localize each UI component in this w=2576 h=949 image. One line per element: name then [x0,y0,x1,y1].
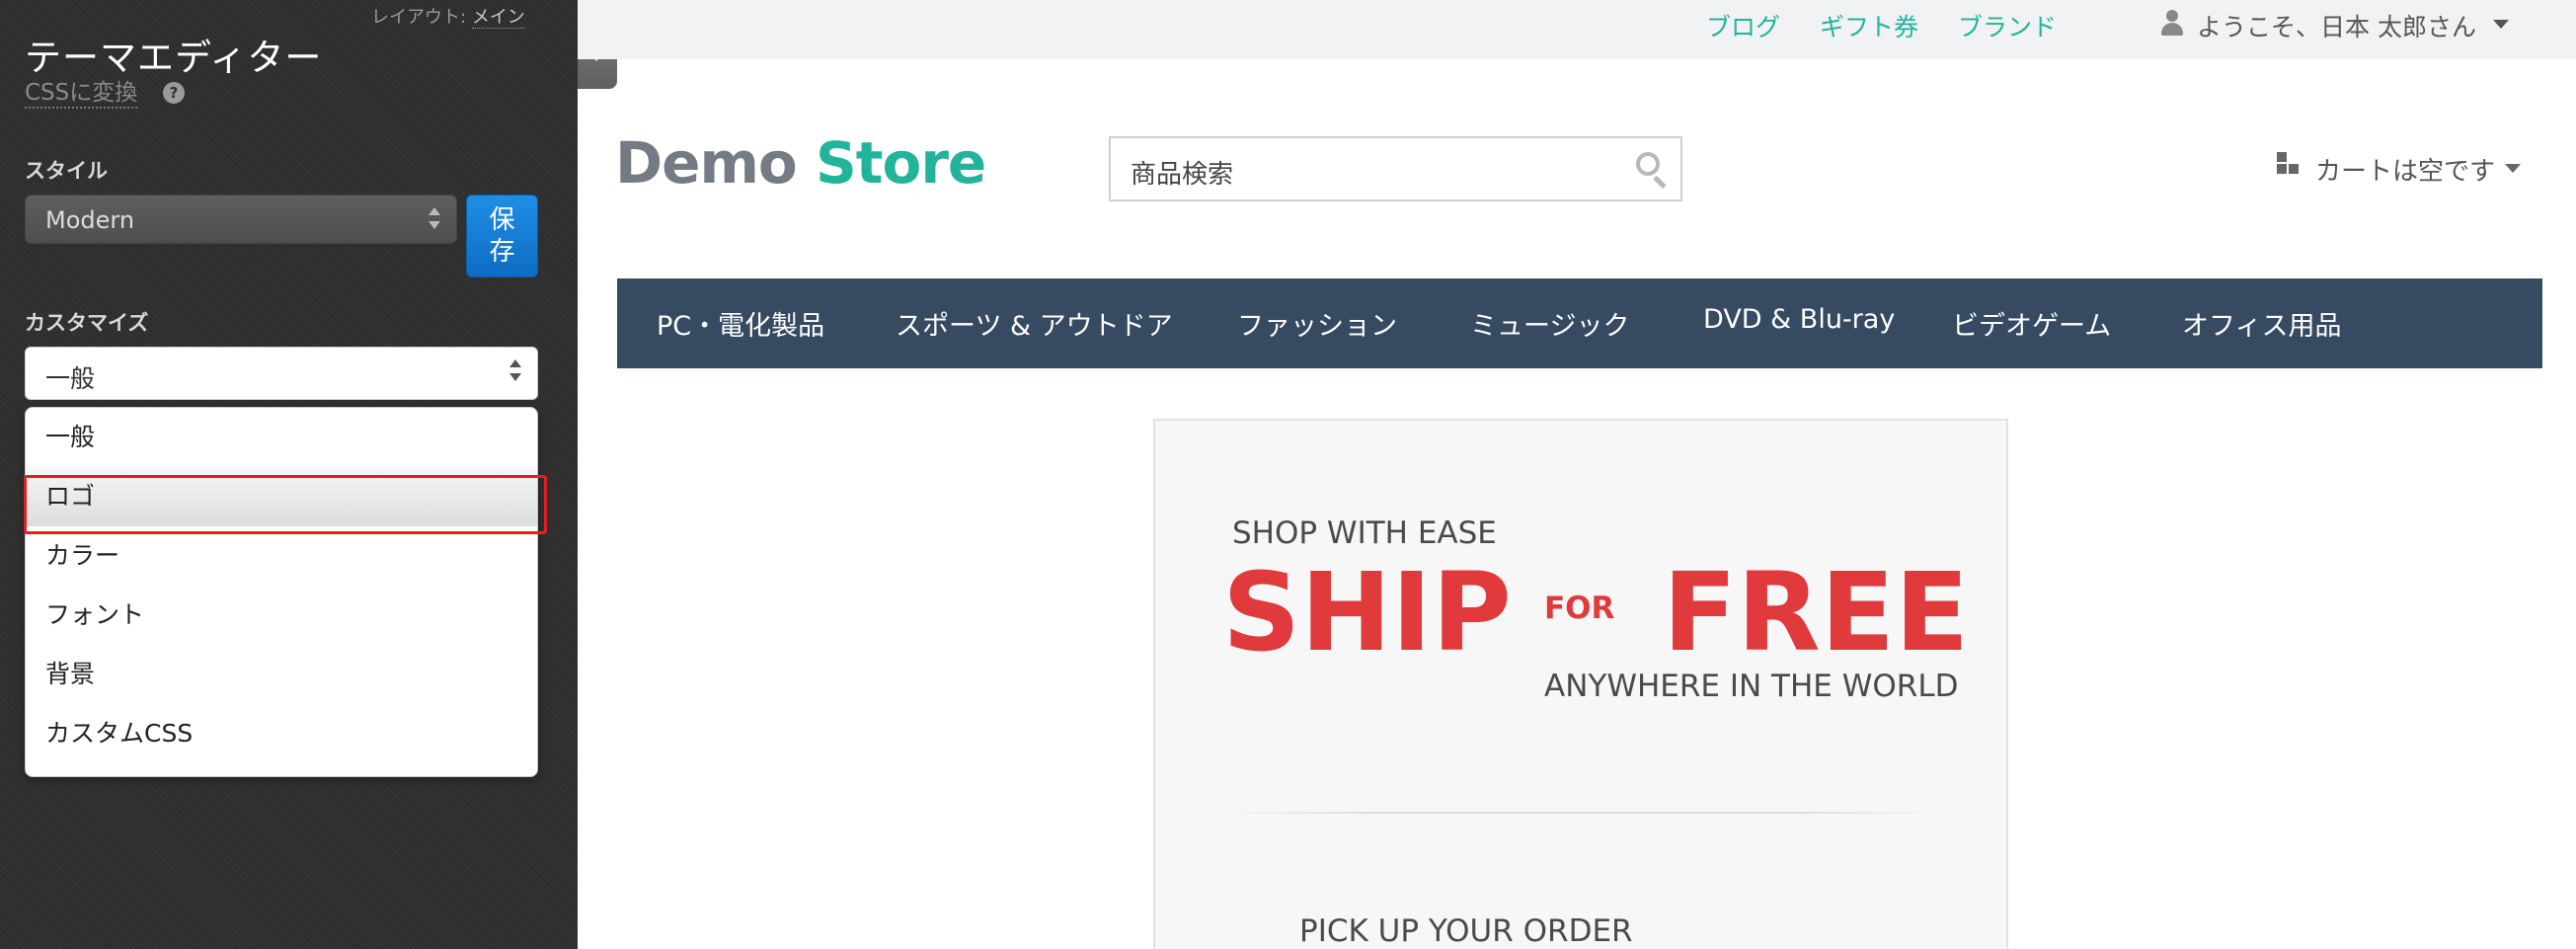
nav-item-music[interactable]: ミュージック [1470,304,1629,343]
logo-demo-text: Demo [615,129,798,197]
store-logo[interactable]: Demo Store [615,129,986,197]
customize-label: カスタマイズ [25,311,149,335]
banner-anywhere: ANYWHERE IN THE WORLD [1544,669,1959,704]
style-select-value: Modern [45,206,135,234]
customize-dropdown-menu: 一般 ロゴ カラー フォント 背景 カスタムCSS [25,407,538,777]
cart-status[interactable]: カートは空です [2315,151,2495,188]
editor-title: テーマエディター [25,37,323,79]
nav-item-sports-outdoor[interactable]: スポーツ & アウトドア [896,304,1173,343]
save-label-line2: 存 [489,237,515,267]
banner-shop-with-ease: SHOP WITH EASE [1232,515,1497,551]
customize-option-color[interactable]: カラー [26,526,537,586]
customize-option-custom-css[interactable]: カスタムCSS [26,704,537,763]
select-arrows-icon [429,207,442,233]
layout-indicator: レイアウト: メイン [371,3,525,29]
product-search-input[interactable]: 商品検索 [1109,136,1682,201]
banner-divider [1224,812,1941,814]
chevron-down-icon [2505,164,2521,173]
save-button[interactable]: 保 存 [466,195,538,277]
logo-store-text: Store [815,129,986,197]
blog-link[interactable]: ブログ [1706,8,1780,43]
customize-option-logo[interactable]: ロゴ [26,467,537,526]
save-label-line1: 保 [489,205,515,235]
category-nav: PC・電化製品 スポーツ & アウトドア ファッション ミュージック DVD &… [617,278,2542,368]
help-icon[interactable]: ? [163,82,185,104]
style-select[interactable]: Modern [25,195,457,244]
search-placeholder: 商品検索 [1131,160,1234,190]
customize-option-background[interactable]: 背景 [26,645,537,704]
layout-value[interactable]: メイン [471,7,525,29]
banner-pick-up: PICK UP YOUR ORDER [1299,913,1633,949]
customize-option-general[interactable]: 一般 [26,408,537,467]
nav-item-pc-electronics[interactable]: PC・電化製品 [657,304,824,343]
nav-item-fashion[interactable]: ファッション [1237,304,1397,343]
customize-option-font[interactable]: フォント [26,586,537,645]
gift-card-link[interactable]: ギフト券 [1820,8,1918,43]
banner-free: FREE [1663,549,1970,675]
select-arrows-icon [509,359,523,385]
user-icon [2160,10,2184,38]
theme-editor-panel: レイアウト: メイン テーマエディター CSSに変換 ? スタイル Modern… [0,0,578,949]
nav-item-office-supplies[interactable]: オフィス用品 [2182,304,2341,343]
convert-to-css-link[interactable]: CSSに変換 [25,79,138,109]
customize-select-value: 一般 [45,364,96,393]
cart-icon [2277,152,2303,178]
customize-select[interactable]: 一般 [25,347,538,400]
layout-label: レイアウト: [371,7,467,28]
chevron-down-icon [2493,20,2509,29]
banner-ship: SHIP [1222,549,1512,675]
user-menu[interactable]: ようこそ、日本 太郎さん [2197,8,2476,43]
promo-banner[interactable]: SHOP WITH EASE SHIP FOR FREE ANYWHERE IN… [1153,419,2008,949]
nav-item-video-games[interactable]: ビデオゲーム [1952,304,2111,343]
style-label: スタイル [25,159,108,183]
nav-item-dvd-bluray[interactable]: DVD & Blu-ray [1703,304,1895,335]
banner-for: FOR [1544,591,1615,626]
search-icon[interactable] [1636,152,1670,190]
brand-link[interactable]: ブランド [1958,8,2057,43]
